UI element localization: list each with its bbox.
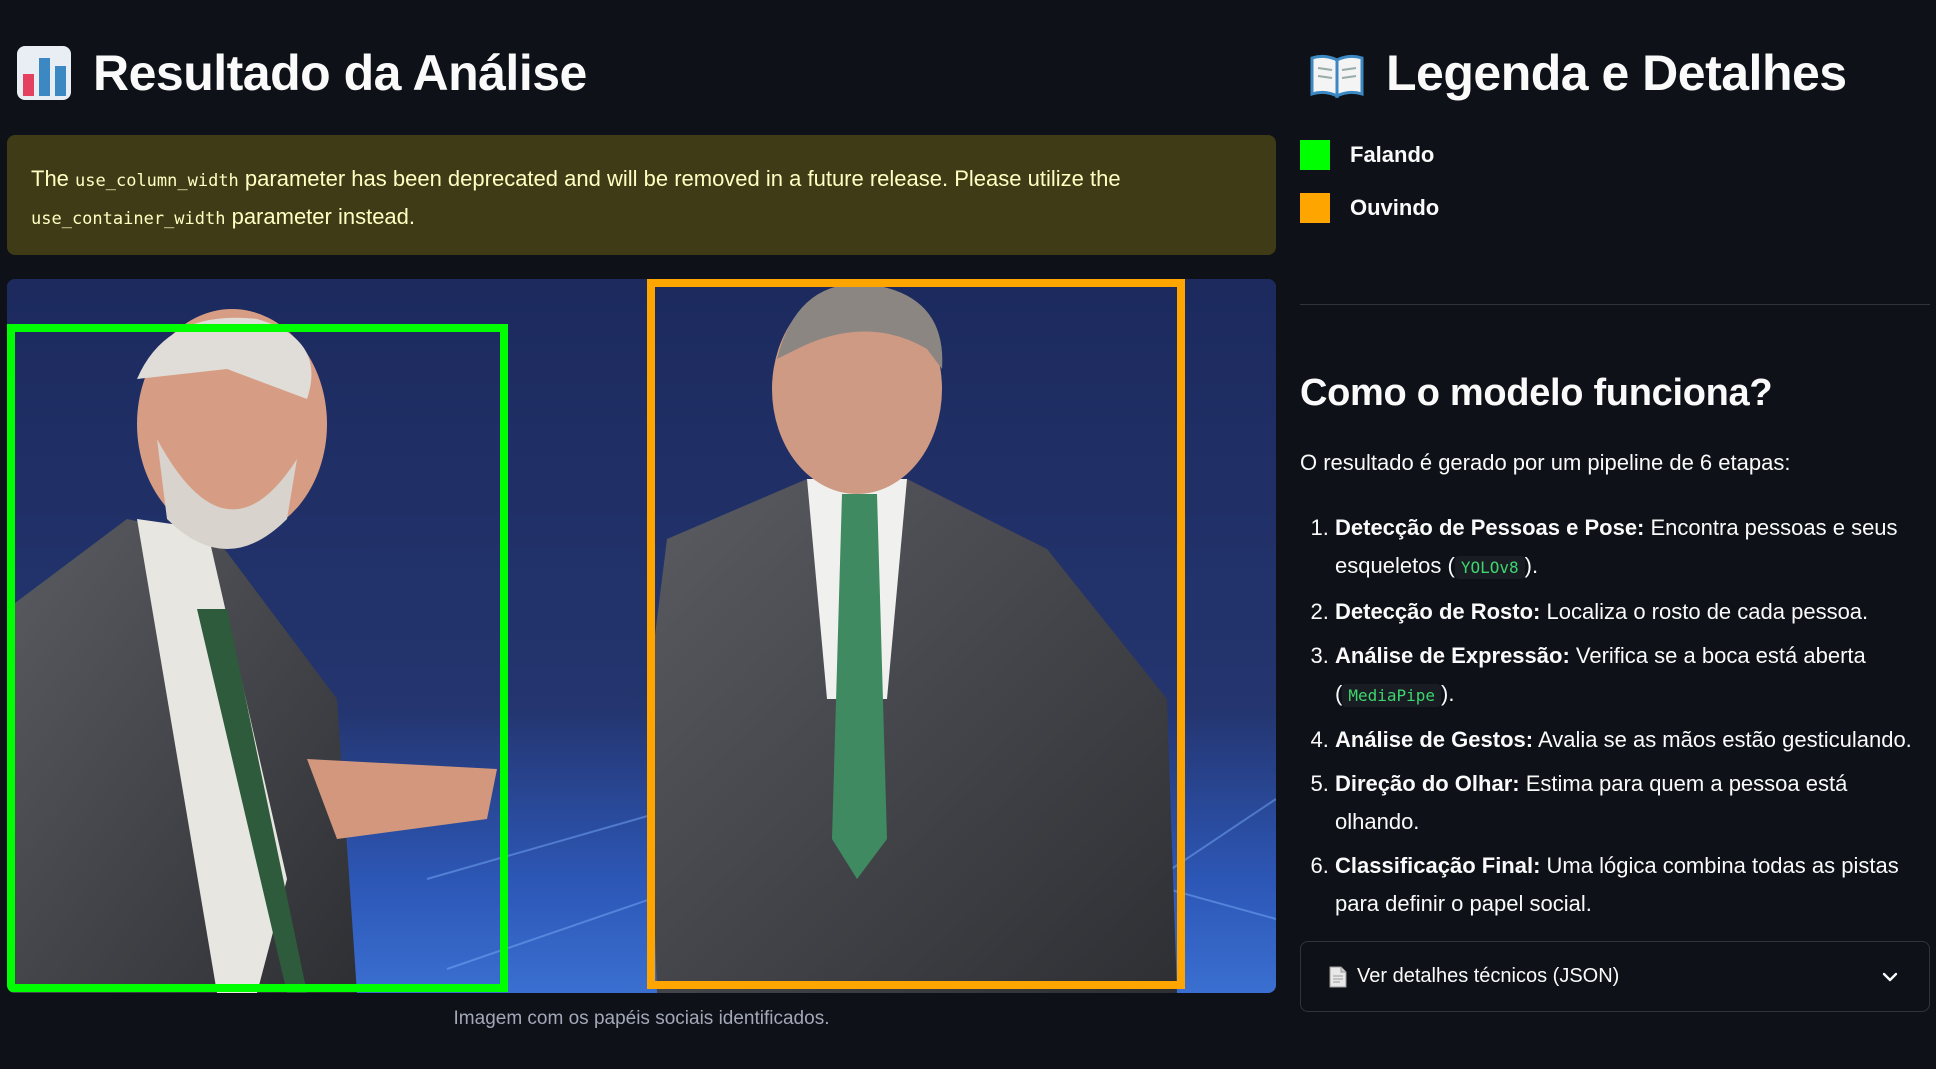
page-title: Resultado da Análise: [93, 45, 587, 101]
expander-label: Ver detalhes técnicos (JSON): [1357, 965, 1620, 987]
bar-chart-icon: [15, 44, 73, 102]
legend-item-speaking: Falando: [1300, 140, 1434, 170]
legend-item-listening: Ouvindo: [1300, 193, 1439, 223]
list-item: Classificação Final: Uma lógica combina …: [1335, 847, 1920, 923]
legend-label: Ouvindo: [1350, 195, 1440, 220]
step-text: Localiza o rosto de cada pessoa.: [1540, 599, 1869, 624]
image-caption: Imagem com os papéis sociais identificad…: [453, 1008, 830, 1029]
step-code: MediaPipe: [1342, 684, 1442, 707]
step-title: Detecção de Pessoas e Pose:: [1335, 515, 1645, 540]
analysis-image: [7, 279, 1276, 993]
how-it-works-heading: Como o modelo funciona?: [1300, 372, 1773, 414]
warning-text: parameter has been deprecated and will b…: [238, 166, 1121, 191]
deprecation-warning: The use_column_width parameter has been …: [7, 135, 1276, 255]
warning-text: The: [31, 166, 76, 191]
warning-code: use_container_width: [31, 209, 226, 229]
legend-title: Legenda e Detalhes: [1386, 45, 1847, 101]
pipeline-steps: Detecção de Pessoas e Pose: Encontra pes…: [1300, 509, 1920, 929]
divider: [1300, 304, 1930, 305]
list-item: Detecção de Pessoas e Pose: Encontra pes…: [1335, 509, 1920, 587]
step-title: Análise de Gestos:: [1335, 727, 1534, 752]
step-text: ).: [1524, 553, 1539, 578]
step-code: YOLOv8: [1454, 556, 1525, 579]
warning-code: use_column_width: [75, 171, 239, 191]
left-column: Resultado da Análise The use_column_widt…: [7, 0, 1276, 1069]
technical-details-expander[interactable]: Ver detalhes técnicos (JSON): [1300, 941, 1930, 1012]
warning-text: parameter instead.: [225, 204, 416, 229]
list-item: Análise de Expressão: Verifica se a boca…: [1335, 637, 1920, 715]
list-item: Análise de Gestos: Avalia se as mãos est…: [1335, 721, 1920, 759]
chevron-down-icon[interactable]: [1879, 966, 1901, 988]
list-item: Detecção de Rosto: Localiza o rosto de c…: [1335, 593, 1920, 631]
document-icon: [1329, 966, 1347, 988]
pipeline-intro: O resultado é gerado por um pipeline de …: [1300, 450, 1791, 475]
speaking-swatch: [1300, 140, 1330, 170]
list-item: Direção do Olhar: Estima para quem a pes…: [1335, 765, 1920, 841]
listening-swatch: [1300, 193, 1330, 223]
step-text: ).: [1441, 681, 1455, 706]
legend-heading: Legenda e Detalhes: [1308, 44, 1847, 102]
step-title: Classificação Final:: [1335, 853, 1541, 878]
right-column: Legenda e Detalhes Falando Ouvindo Como …: [1300, 0, 1930, 1069]
legend-label: Falando: [1350, 142, 1435, 167]
step-text: Avalia se as mãos estão gesticulando.: [1533, 727, 1912, 752]
step-title: Análise de Expressão:: [1335, 643, 1570, 668]
step-title: Detecção de Rosto:: [1335, 599, 1541, 624]
step-title: Direção do Olhar:: [1335, 771, 1520, 796]
open-book-icon: [1308, 44, 1366, 102]
results-heading: Resultado da Análise: [15, 44, 587, 102]
